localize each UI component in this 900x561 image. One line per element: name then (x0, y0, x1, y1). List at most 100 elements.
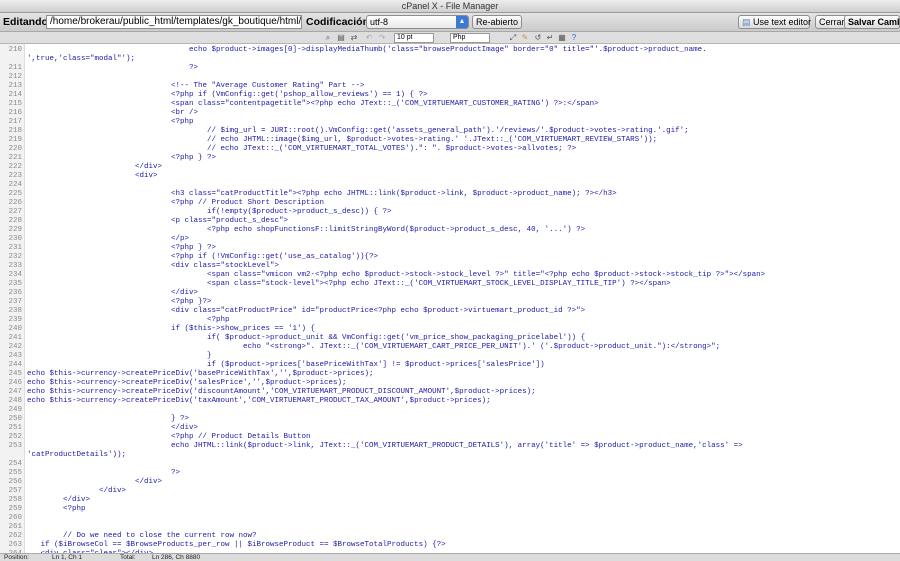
code-line: 250 } ?> (0, 415, 900, 424)
line-number: 228 (8, 217, 22, 225)
line-number: 235 (8, 280, 22, 288)
code-text: if ($this->show_prices == '1') { (27, 325, 316, 333)
reset-highlight-icon[interactable]: ↺ (533, 33, 543, 43)
code-text: <?php } ?> (27, 244, 217, 252)
search-replace-icon[interactable]: ⇄ (349, 33, 359, 43)
code-line: 245 echo $this->currency->createPriceDiv(… (0, 370, 900, 379)
line-number: 221 (8, 154, 22, 162)
code-line: 232 <?php if (!VmConfig::get('use_as_cat… (0, 253, 900, 262)
line-number: 246 (8, 379, 22, 387)
code-line: 263 if ($iBrowseCol == $BrowseProducts_p… (0, 541, 900, 550)
line-number: 217 (8, 118, 22, 126)
total-value: Ln 286, Ch 8880 (152, 554, 201, 561)
code-line: 213 <!-- The "Average Customer Rating" P… (0, 82, 900, 91)
code-text: <p class="product_s_desc"> (27, 217, 289, 225)
code-line: 262 // Do we need to close the current r… (0, 532, 900, 541)
status-bar: Position: Ln 1, Ch 1 Total: Ln 286, Ch 8… (0, 553, 900, 561)
line-number: 236 (8, 289, 22, 297)
code-text: <?php if (!VmConfig::get('use_as_catalog… (27, 253, 379, 261)
code-line: 'catProductDetails')); (0, 451, 900, 460)
line-number: 213 (8, 82, 22, 90)
code-text: <br /> (27, 109, 199, 117)
code-text: <?php (27, 118, 194, 126)
line-number: 226 (8, 199, 22, 207)
code-line: 230 </p> (0, 235, 900, 244)
line-number: 216 (8, 109, 22, 117)
line-number: 262 (8, 532, 22, 540)
code-line: 210 echo $product->images[0]->displayMed… (0, 46, 900, 55)
code-text: echo $product->images[0]->displayMediaTh… (27, 46, 707, 54)
use-text-editor-button[interactable]: ▤ Use text editor (738, 15, 811, 29)
code-line: 223 <div> (0, 172, 900, 181)
line-number: 244 (8, 361, 22, 369)
code-line: 222 </div> (0, 163, 900, 172)
line-number: 255 (8, 469, 22, 477)
code-text: ?> (27, 64, 199, 72)
line-number: 258 (8, 496, 22, 504)
undo-icon[interactable]: ↶ (364, 33, 374, 43)
code-text: echo "<strong>". JText::_('COM_VIRTUEMAR… (27, 343, 721, 351)
line-number: 227 (8, 208, 22, 216)
code-line: 242 echo "<strong>". JText::_('COM_VIRTU… (0, 343, 900, 352)
syntax-select[interactable]: Php (450, 33, 490, 43)
code-line: 217 <?php (0, 118, 900, 127)
redo-icon[interactable]: ↷ (377, 33, 387, 43)
line-number: 256 (8, 478, 22, 486)
goto-line-icon[interactable]: ▤ (336, 33, 346, 43)
toggle-editor-icon[interactable]: ▦ (557, 33, 567, 43)
code-text: <?php // Product Short Description (27, 199, 325, 207)
line-number: 241 (8, 334, 22, 342)
font-size-select[interactable]: 10 pt (394, 33, 434, 43)
search-icon[interactable]: ⌕ (323, 33, 333, 43)
reopen-button[interactable]: Re-abierto (472, 15, 523, 29)
code-text: <span class="contentpagetitle"><?php ech… (27, 100, 599, 108)
code-line: 261 (0, 523, 900, 532)
line-number: 232 (8, 253, 22, 261)
code-line: 234 <span class="vmicon vm2-<?php echo $… (0, 271, 900, 280)
line-number: 245 (8, 370, 22, 378)
window-title: cPanel X - File Manager (401, 1, 499, 11)
line-number: 257 (8, 487, 22, 495)
line-number: 231 (8, 244, 22, 252)
code-text: </div> (27, 478, 163, 486)
line-number: 237 (8, 298, 22, 306)
code-text: if ($product->prices['basePriceWithTax']… (27, 361, 545, 369)
fullscreen-icon[interactable]: ⤢ (508, 33, 518, 43)
code-editor[interactable]: 210 echo $product->images[0]->displayMed… (0, 44, 900, 553)
window-title-bar: cPanel X - File Manager (0, 0, 900, 13)
code-line: 252 <?php // Product Details Button (0, 433, 900, 442)
code-text: echo $this->currency->createPriceDiv('ta… (27, 397, 491, 405)
code-line: 219 // echo JHTML::image($img_url, $prod… (0, 136, 900, 145)
total-label: Total: (120, 554, 136, 561)
code-line: 260 (0, 514, 900, 523)
code-line: 240 if ($this->show_prices == '1') { (0, 325, 900, 334)
help-icon[interactable]: ? (569, 33, 579, 43)
code-text: 'catProductDetails')); (27, 451, 127, 459)
file-path-field[interactable]: /home/brokerau/public_html/templates/gk_… (46, 15, 302, 29)
code-line: 231 <?php } ?> (0, 244, 900, 253)
encoding-select[interactable]: utf-8 ▲ (366, 15, 469, 29)
code-text: if ($iBrowseCol == $BrowseProducts_per_r… (27, 541, 446, 549)
encoding-label: Codificación: (306, 16, 373, 28)
save-changes-button[interactable]: Salvar Cambios (844, 15, 900, 29)
code-text: // echo JText::_('COM_VIRTUEMART_TOTAL_V… (27, 145, 577, 153)
word-wrap-icon[interactable]: ↵ (545, 33, 555, 43)
line-number: 229 (8, 226, 22, 234)
code-text: echo $this->currency->createPriceDiv('sa… (27, 379, 347, 387)
code-line: 227 if(!empty($product->product_s_desc))… (0, 208, 900, 217)
code-line: 256 </div> (0, 478, 900, 487)
line-number: 210 (8, 46, 22, 54)
code-line: 253 echo JHTML::link($product->link, JTe… (0, 442, 900, 451)
code-line: 233 <div class="stockLevel"> (0, 262, 900, 271)
line-number: 224 (8, 181, 22, 189)
line-number: 223 (8, 172, 22, 180)
code-text: <div class="catProductPrice" id="product… (27, 307, 586, 315)
highlight-icon[interactable]: ✎ (520, 33, 530, 43)
code-line: 225 <h3 class="catProductTitle"><?php ec… (0, 190, 900, 199)
line-number: 248 (8, 397, 22, 405)
code-line: 238 <div class="catProductPrice" id="pro… (0, 307, 900, 316)
line-number: 219 (8, 136, 22, 144)
code-text: if(!empty($product->product_s_desc)) { ?… (27, 208, 392, 216)
code-line: 248 echo $this->currency->createPriceDiv(… (0, 397, 900, 406)
code-line: 235 <span class="stock-level"><?php echo… (0, 280, 900, 289)
